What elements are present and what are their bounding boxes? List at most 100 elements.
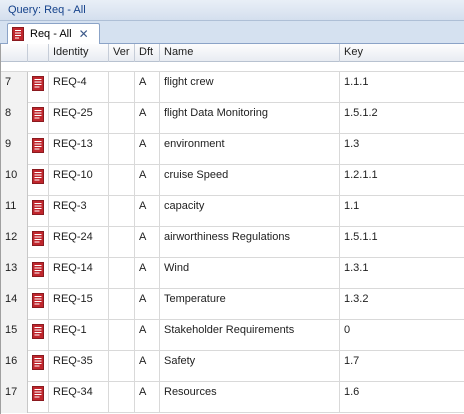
table-row[interactable]: 11 REQ-3 Acapacity 1.1 <box>1 196 464 227</box>
key-cell[interactable]: 1.6 <box>340 382 464 413</box>
header-name[interactable]: Name <box>160 44 340 62</box>
table-row[interactable]: 10 REQ-10 Acruise Speed 1.2.1.1 <box>1 165 464 196</box>
version-cell[interactable] <box>109 134 135 165</box>
row-number[interactable]: 12 <box>1 227 28 258</box>
header-key[interactable]: Key <box>340 44 464 62</box>
row-number[interactable]: 15 <box>1 320 28 351</box>
draft-cell[interactable]: A <box>135 289 160 320</box>
requirement-document-icon <box>28 165 49 196</box>
version-cell[interactable] <box>109 382 135 413</box>
requirement-document-icon <box>28 258 49 289</box>
name-cell[interactable]: Temperature <box>160 289 340 320</box>
key-cell[interactable]: 1.3.2 <box>340 289 464 320</box>
row-number[interactable]: 9 <box>1 134 28 165</box>
version-cell[interactable] <box>109 289 135 320</box>
key-cell[interactable]: 1.5.1.1 <box>340 227 464 258</box>
table-row[interactable]: 7 REQ-4 Aflight crew 1.1.1 <box>1 72 464 103</box>
draft-cell[interactable]: A <box>135 320 160 351</box>
window-title: Query: Req - All <box>0 0 464 21</box>
requirement-document-icon <box>28 227 49 258</box>
version-cell[interactable] <box>109 227 135 258</box>
grid-header: Identity Ver Dft Name Key <box>1 44 464 62</box>
draft-cell[interactable]: A <box>135 165 160 196</box>
name-cell[interactable]: capacity <box>160 196 340 227</box>
identity-cell[interactable]: REQ-25 <box>49 103 109 134</box>
row-number[interactable]: 10 <box>1 165 28 196</box>
table-row[interactable]: 16 REQ-35 A Safety 1.7 <box>1 351 464 382</box>
table-row[interactable]: 9 REQ-13 Aenvironment 1.3 <box>1 134 464 165</box>
header-identity[interactable]: Identity <box>49 44 109 62</box>
draft-cell[interactable]: A <box>135 103 160 134</box>
version-cell[interactable] <box>109 351 135 382</box>
header-icon[interactable] <box>28 44 49 62</box>
key-cell[interactable]: 1.1.1 <box>340 72 464 103</box>
key-cell[interactable]: 1.7 <box>340 351 464 382</box>
header-ver[interactable]: Ver <box>109 44 135 62</box>
key-cell[interactable]: 1.1 <box>340 196 464 227</box>
name-cell[interactable]: Resources <box>160 382 340 413</box>
version-cell[interactable] <box>109 72 135 103</box>
identity-cell[interactable]: REQ-24 <box>49 227 109 258</box>
identity-cell[interactable]: REQ-10 <box>49 165 109 196</box>
identity-cell[interactable]: REQ-1 <box>49 320 109 351</box>
key-cell[interactable]: 1.3 <box>340 134 464 165</box>
key-cell[interactable]: 1.3.1 <box>340 258 464 289</box>
requirement-document-icon <box>28 134 49 165</box>
table-row[interactable]: 17 REQ-34 A Resources 1.6 <box>1 382 464 413</box>
tab-close-icon[interactable]: ✕ <box>79 28 89 40</box>
name-cell[interactable]: cruise Speed <box>160 165 340 196</box>
draft-cell[interactable]: A <box>135 72 160 103</box>
row-number[interactable]: 16 <box>1 351 28 382</box>
identity-cell[interactable]: REQ-14 <box>49 258 109 289</box>
tab-req-all[interactable]: Req - All ✕ <box>7 23 100 44</box>
key-cell[interactable]: 1.2.1.1 <box>340 165 464 196</box>
draft-cell[interactable]: A <box>135 134 160 165</box>
row-number[interactable]: 8 <box>1 103 28 134</box>
name-cell[interactable]: airworthiness Regulations <box>160 227 340 258</box>
identity-cell[interactable]: REQ-35 <box>49 351 109 382</box>
name-cell[interactable]: Safety <box>160 351 340 382</box>
grid-body: 7 REQ-4 Aflight crew 1.1.1 8 REQ-25 Aflight Da… <box>1 72 464 413</box>
identity-cell[interactable]: REQ-4 <box>49 72 109 103</box>
requirement-document-icon <box>28 196 49 227</box>
key-cell[interactable]: 1.5.1.2 <box>340 103 464 134</box>
draft-cell[interactable]: A <box>135 227 160 258</box>
table-row[interactable]: 13 REQ-14 A Wind 1.3.1 <box>1 258 464 289</box>
version-cell[interactable] <box>109 258 135 289</box>
draft-cell[interactable]: A <box>135 258 160 289</box>
name-cell[interactable]: flight crew <box>160 72 340 103</box>
version-cell[interactable] <box>109 320 135 351</box>
table-row[interactable]: 15 REQ-1 A Stakeholder Requirements 0 <box>1 320 464 351</box>
requirement-document-icon <box>28 103 49 134</box>
identity-cell[interactable]: REQ-15 <box>49 289 109 320</box>
requirement-document-icon <box>28 289 49 320</box>
draft-cell[interactable]: A <box>135 382 160 413</box>
version-cell[interactable] <box>109 165 135 196</box>
identity-cell[interactable]: REQ-3 <box>49 196 109 227</box>
tab-strip: Req - All ✕ <box>0 21 464 44</box>
name-cell[interactable]: Stakeholder Requirements <box>160 320 340 351</box>
table-row[interactable]: 12 REQ-24 Aairworthiness Regulations 1.5.1.… <box>1 227 464 258</box>
row-number[interactable]: 14 <box>1 289 28 320</box>
table-row[interactable]: 14 REQ-15 A Temperature 1.3.2 <box>1 289 464 320</box>
version-cell[interactable] <box>109 196 135 227</box>
draft-cell[interactable]: A <box>135 351 160 382</box>
name-cell[interactable]: flight Data Monitoring <box>160 103 340 134</box>
table-row[interactable]: 8 REQ-25 Aflight Data Monitoring 1.5.1.2 <box>1 103 464 134</box>
row-number[interactable]: 7 <box>1 72 28 103</box>
name-cell[interactable]: environment <box>160 134 340 165</box>
draft-cell[interactable]: A <box>135 196 160 227</box>
version-cell[interactable] <box>109 103 135 134</box>
name-cell[interactable]: Wind <box>160 258 340 289</box>
requirement-document-icon <box>28 382 49 413</box>
header-row-number[interactable] <box>1 44 28 62</box>
key-cell[interactable]: 0 <box>340 320 464 351</box>
header-dft[interactable]: Dft <box>135 44 160 62</box>
requirement-document-icon <box>28 320 49 351</box>
requirement-document-icon <box>28 351 49 382</box>
identity-cell[interactable]: REQ-13 <box>49 134 109 165</box>
identity-cell[interactable]: REQ-34 <box>49 382 109 413</box>
row-number[interactable]: 11 <box>1 196 28 227</box>
row-number[interactable]: 13 <box>1 258 28 289</box>
row-number[interactable]: 17 <box>1 382 28 413</box>
